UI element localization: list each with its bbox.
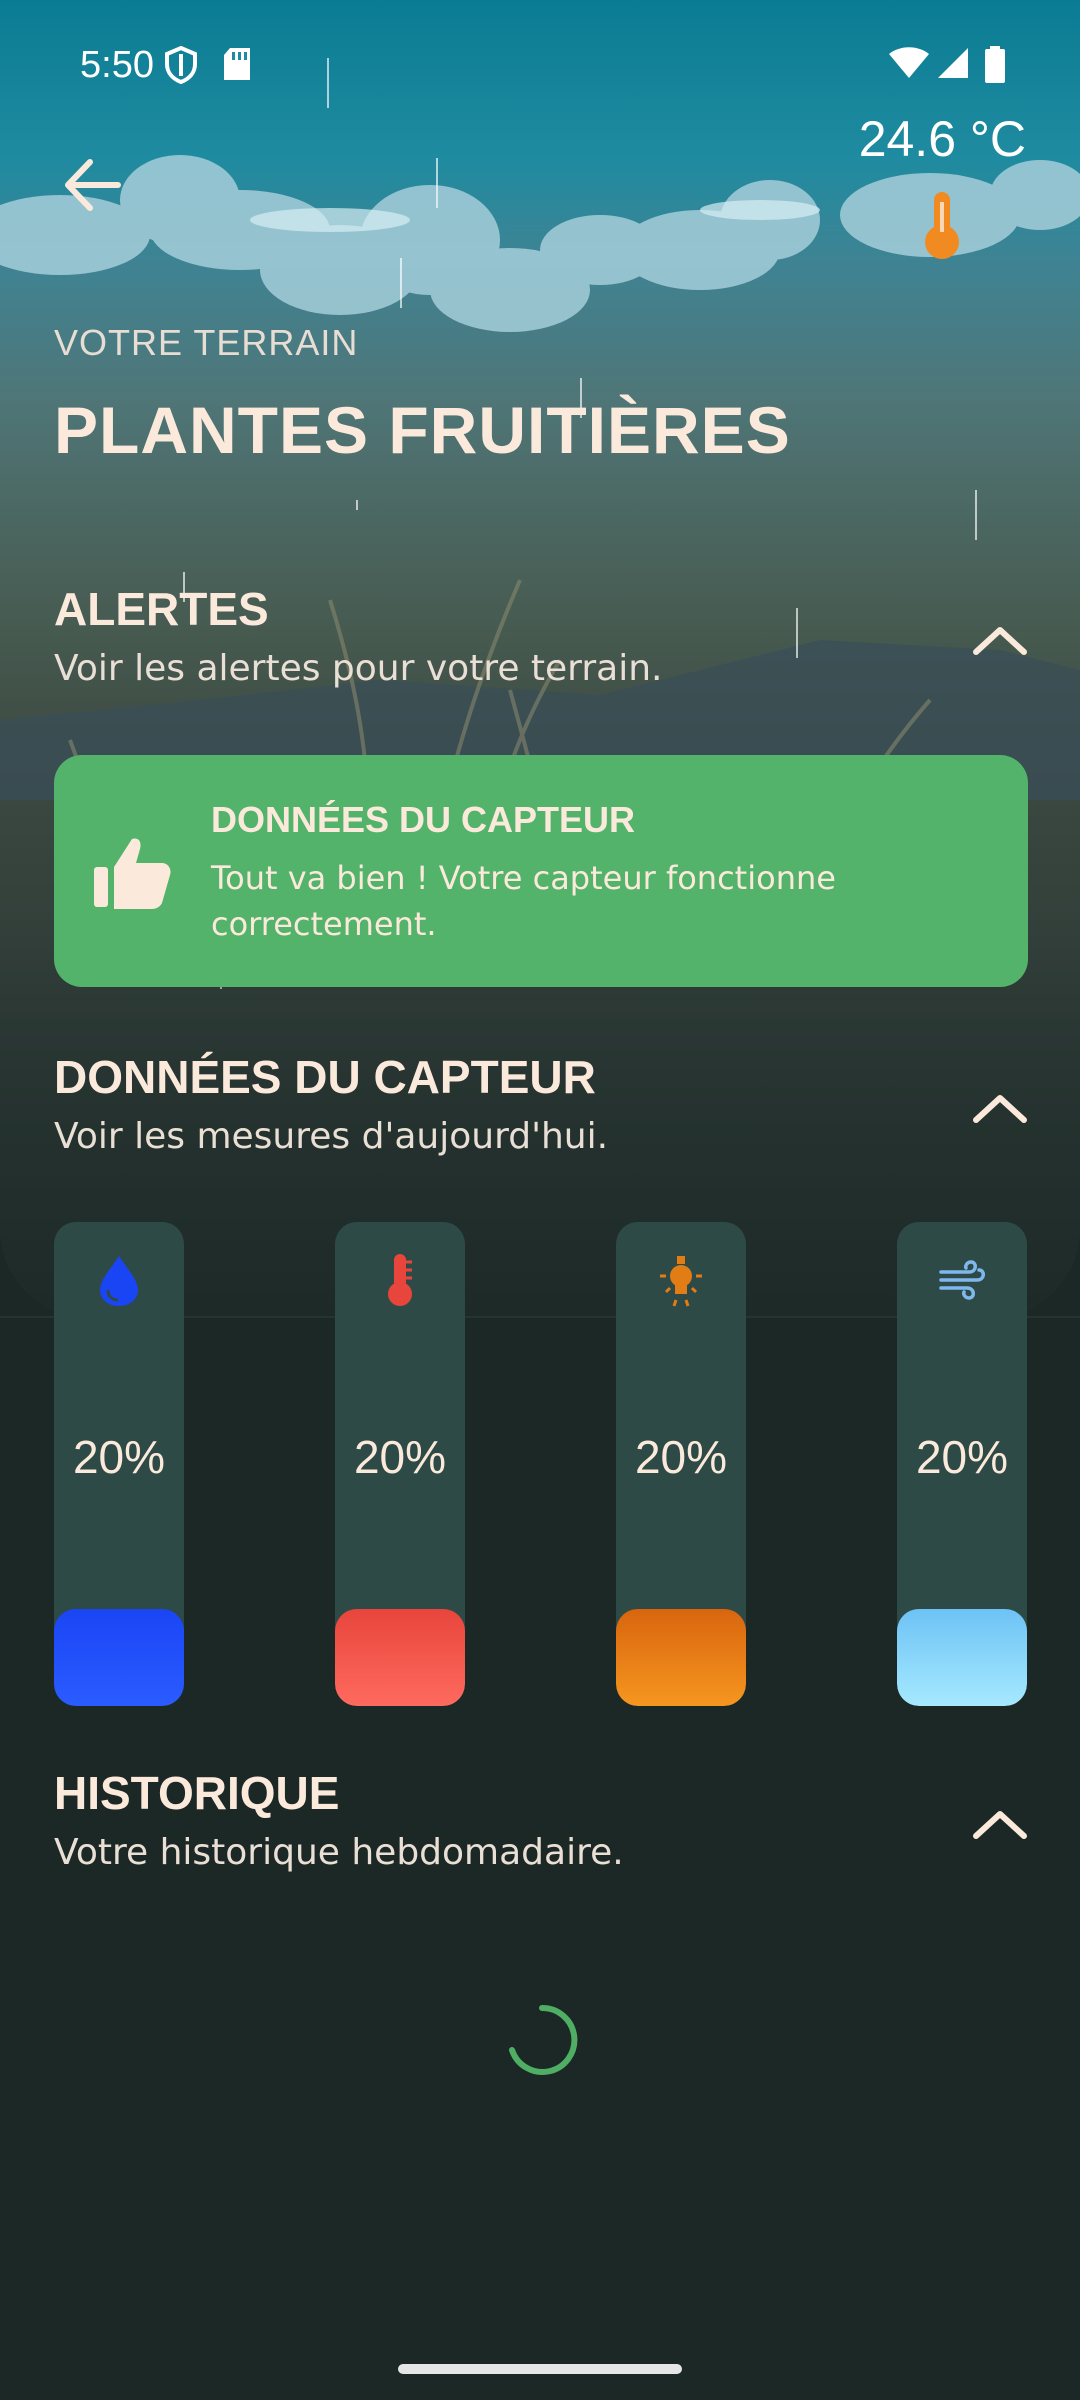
alert-card-title: DONNÉES DU CAPTEUR [211,799,636,840]
sensor-data-collapse-chevron-icon[interactable] [970,1088,1030,1128]
alerts-collapse-chevron-icon[interactable] [970,620,1030,660]
wind-value: 20% [915,1431,1009,1483]
wind-gauge: 20% [897,1222,1027,1706]
alerts-subtitle: Voir les alertes pour votre terrain. [54,648,663,689]
sd-card-icon [224,48,250,80]
sensor-data-subtitle: Voir les mesures d'aujourd'hui. [54,1116,609,1157]
thermometer-icon [388,1254,412,1306]
light-fill [616,1609,746,1706]
alert-card-message: Tout va bien ! Votre capteur fonctionne … [211,859,836,943]
humidity-fill [54,1609,184,1706]
home-gesture-bar[interactable] [398,2364,682,2374]
cellular-signal-icon [938,48,968,78]
temperature-fill [335,1609,465,1706]
history-title: HISTORIQUE [54,1767,340,1819]
field-eyebrow: VOTRE TERRAIN [54,322,359,363]
wifi-icon [889,47,929,78]
page-title: PLANTES FRUITIÈRES [54,393,791,467]
sensor-status-alert-card: DONNÉES DU CAPTEUR Tout va bien ! Votre … [54,755,1028,987]
history-subtitle: Votre historique hebdomadaire. [54,1832,624,1873]
light-bulb-icon [660,1256,702,1307]
humidity-value: 20% [72,1431,166,1483]
alerts-title: ALERTES [54,583,269,635]
temperature-gauge: 20% [335,1222,465,1706]
wind-fill [897,1609,1027,1706]
status-time: 5:50 [80,44,154,86]
current-temperature: 24.6 °C [858,111,1026,167]
water-drop-icon [100,1256,138,1306]
thermometer-icon [925,192,959,259]
loading-spinner [509,2004,578,2075]
humidity-gauge: 20% [54,1222,184,1706]
temperature-value: 20% [353,1431,447,1483]
battery-icon [985,46,1005,83]
wind-icon [939,1260,985,1300]
thumbs-up-icon [94,838,171,909]
light-gauge: 20% [616,1222,746,1706]
back-arrow-icon[interactable] [58,150,128,220]
shield-icon [165,46,197,84]
light-value: 20% [634,1431,728,1483]
history-collapse-chevron-icon[interactable] [970,1804,1030,1844]
sensor-data-title: DONNÉES DU CAPTEUR [54,1051,596,1103]
